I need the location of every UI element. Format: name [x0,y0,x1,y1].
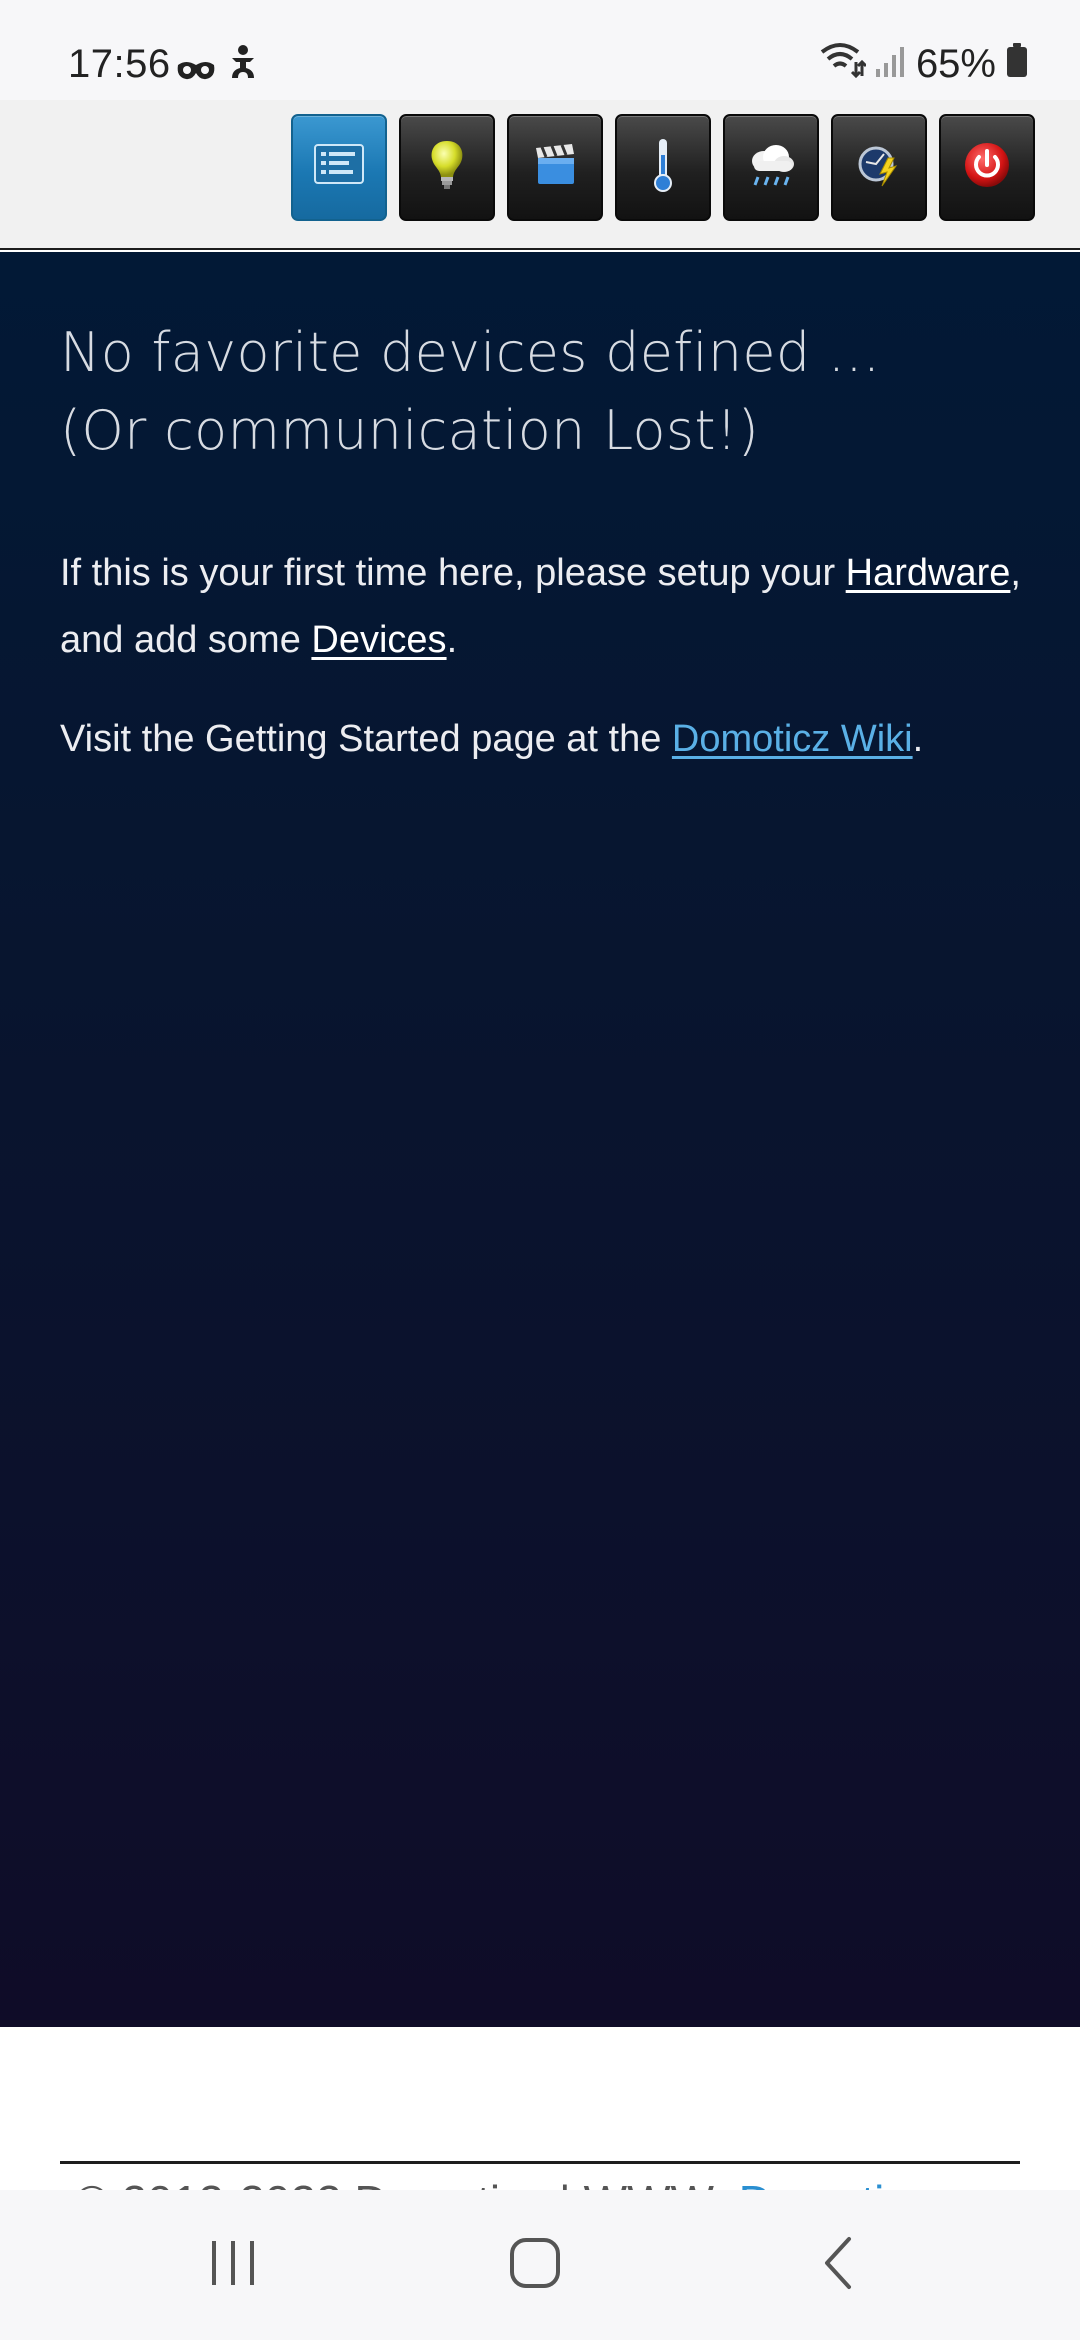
footer: © 2012-2022 Domoticz | WWW: Domoticz.com [0,2027,1080,2195]
weather-button[interactable] [723,114,819,221]
setup-message: If this is your first time here, please … [60,540,1040,674]
home-button[interactable] [475,2220,595,2310]
wiki-suffix: . [912,718,924,760]
weather-cloud-rain-icon [746,141,796,194]
wifi-data-icon [820,40,867,88]
back-icon [821,2235,855,2296]
utility-button[interactable] [831,114,927,221]
domoticz-wiki-link[interactable]: Domoticz Wiki [672,718,913,760]
utility-meter-icon [854,140,904,195]
recent-apps-icon [208,2239,258,2292]
scenes-button[interactable] [507,114,603,221]
dashboard-icon [313,143,365,192]
setup-prefix: If this is your first time here, please … [60,552,846,594]
page-title: No favorite devices defined ... (Or comm… [60,321,881,462]
wiki-prefix: Visit the Getting Started page at the [60,718,672,760]
top-toolbar [0,100,1080,250]
footer-divider [60,2161,1020,2164]
status-bar: 17:56 65% [0,0,1080,100]
wiki-message: Visit the Getting Started page at the Do… [60,706,1040,773]
hardware-link[interactable]: Hardware [846,552,1011,594]
accessibility-person-icon [226,44,260,92]
setup-suffix: . [446,619,458,661]
back-button[interactable] [778,2220,898,2310]
devices-link[interactable]: Devices [311,619,446,661]
system-navigation-bar [0,2190,1080,2340]
status-time: 17:56 [68,42,171,86]
lightbulb-icon [427,139,467,196]
main-content: No favorite devices defined ... (Or comm… [0,252,1080,2027]
battery-icon [1006,42,1028,87]
recent-apps-button[interactable] [173,2220,293,2310]
battery-percent: 65% [915,42,996,86]
lights-button[interactable] [399,114,495,221]
scenes-clapperboard-icon [532,142,578,193]
thermometer-icon [651,137,675,198]
cell-signal-icon [875,42,906,87]
home-icon [509,2237,561,2294]
power-icon [962,140,1012,195]
dashboard-button[interactable] [291,114,387,221]
incognito-mask-icon [176,50,216,95]
logout-button[interactable] [939,114,1035,221]
temperature-button[interactable] [615,114,711,221]
